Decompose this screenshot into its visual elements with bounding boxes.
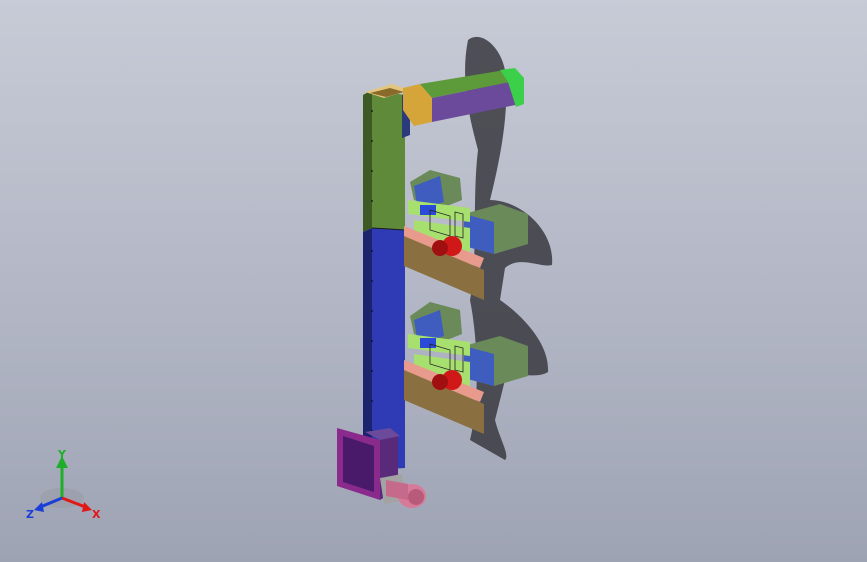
top-discharge-chute[interactable]: [403, 68, 524, 126]
orientation-triad[interactable]: Y X Z: [22, 448, 108, 522]
cad-viewport[interactable]: Y X Z: [0, 0, 867, 562]
drive-motor[interactable]: [380, 474, 426, 508]
z-axis-label: Z: [26, 508, 34, 521]
x-axis-label: X: [92, 508, 101, 521]
side-module-upper[interactable]: [404, 170, 528, 300]
elevator-assembly-model[interactable]: [0, 0, 867, 562]
y-axis-label: Y: [57, 448, 67, 461]
vertical-elevator-column[interactable]: [363, 90, 406, 474]
